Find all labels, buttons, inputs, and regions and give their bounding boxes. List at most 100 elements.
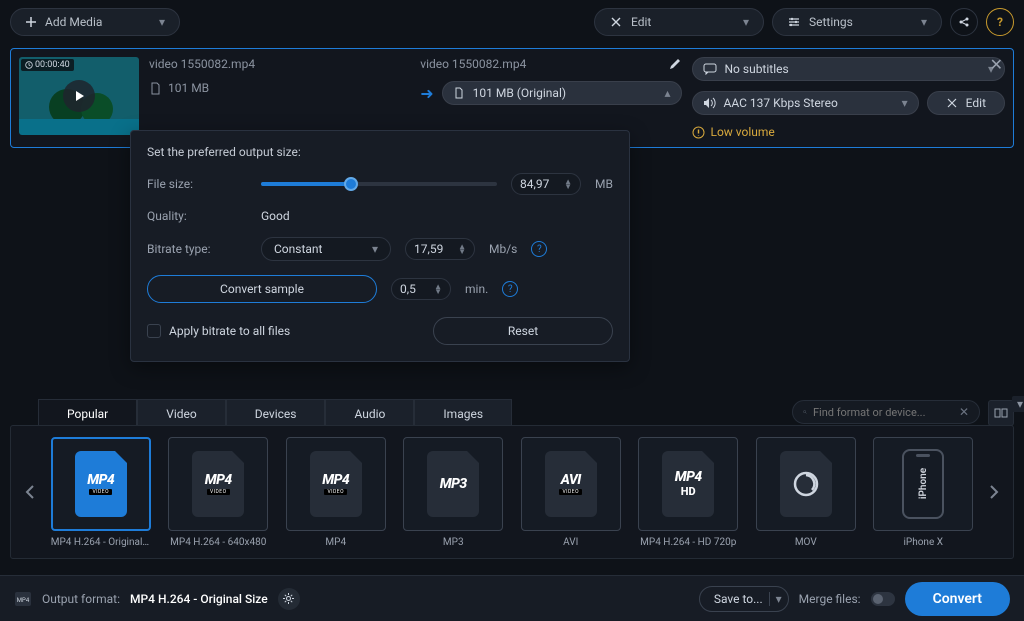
svg-text:MP4: MP4 bbox=[17, 597, 30, 604]
format-label: MP3 bbox=[443, 537, 464, 548]
format-label: MP4 H.264 - Original ... bbox=[51, 537, 151, 548]
filesize-unit: MB bbox=[595, 177, 613, 191]
format-tile[interactable]: MP3MP3 bbox=[402, 437, 506, 548]
merge-toggle[interactable] bbox=[871, 592, 895, 606]
pencil-icon[interactable] bbox=[668, 57, 682, 71]
source-filename: video 1550082.mp4 bbox=[149, 57, 410, 71]
close-icon[interactable]: ✕ bbox=[990, 55, 1003, 74]
filesize-value: 84,97 bbox=[520, 177, 549, 191]
add-media-button[interactable]: Add Media ▾ bbox=[10, 8, 180, 36]
format-tile[interactable]: MOV bbox=[754, 437, 858, 548]
add-media-label: Add Media bbox=[45, 15, 102, 29]
output-size-panel: Set the preferred output size: File size… bbox=[130, 130, 630, 362]
merge-label: Merge files: bbox=[799, 592, 861, 606]
filesize-input[interactable]: 84,97 ▲▼ bbox=[511, 173, 581, 195]
arrow-right-icon: ➜ bbox=[420, 84, 433, 103]
next-formats-button[interactable] bbox=[981, 430, 1007, 554]
gear-icon bbox=[282, 592, 295, 605]
format-label: AVI bbox=[563, 537, 578, 548]
edit-button[interactable]: Edit ▾ bbox=[594, 8, 764, 36]
play-button[interactable] bbox=[63, 80, 95, 112]
reset-label: Reset bbox=[508, 324, 538, 338]
help-button[interactable]: ? bbox=[986, 8, 1014, 36]
share-button[interactable] bbox=[950, 8, 978, 36]
chevron-right-icon bbox=[989, 484, 999, 500]
format-label: iPhone X bbox=[903, 537, 943, 548]
footer-bar: MP4 Output format: MP4 H.264 - Original … bbox=[0, 575, 1024, 621]
warning-text: Low volume bbox=[711, 125, 775, 139]
format-tile[interactable]: MP4VIDEOMP4 H.264 - Original ... bbox=[49, 437, 153, 548]
filesize-slider[interactable] bbox=[261, 174, 497, 194]
spinner-icon[interactable]: ▲▼ bbox=[458, 244, 466, 254]
bitrate-type-value: Constant bbox=[274, 242, 322, 256]
apply-all-checkbox[interactable] bbox=[147, 324, 161, 338]
help-icon: ? bbox=[997, 15, 1003, 29]
tab-video[interactable]: Video bbox=[137, 399, 226, 428]
collapse-panel-button[interactable]: ▾ bbox=[1012, 396, 1024, 412]
output-settings-button[interactable] bbox=[278, 588, 300, 610]
format-tabs: PopularVideoDevicesAudioImages bbox=[38, 399, 512, 428]
sample-unit: min. bbox=[465, 282, 488, 296]
tab-audio[interactable]: Audio bbox=[325, 399, 414, 428]
sample-duration-input[interactable]: 0,5 ▲▼ bbox=[391, 278, 451, 300]
tab-images[interactable]: Images bbox=[414, 399, 512, 428]
edit-file-label: Edit bbox=[966, 96, 986, 110]
output-size-text: 101 MB (Original) bbox=[473, 86, 657, 100]
top-toolbar: Add Media ▾ Edit ▾ Settings ▾ ? bbox=[0, 0, 1024, 44]
panel-title: Set the preferred output size: bbox=[147, 145, 613, 159]
format-tile[interactable]: MP4VIDEOMP4 bbox=[284, 437, 388, 548]
bitrate-value: 17,59 bbox=[414, 242, 443, 256]
clock-icon bbox=[25, 61, 33, 69]
format-strip: MP4VIDEOMP4 H.264 - Original ...MP4VIDEO… bbox=[10, 425, 1014, 559]
chevron-down-icon: ▾ bbox=[921, 15, 927, 29]
output-format-value: MP4 H.264 - Original Size bbox=[130, 592, 268, 606]
tab-devices[interactable]: Devices bbox=[226, 399, 326, 428]
bitrate-type-select[interactable]: Constant ▾ bbox=[261, 237, 391, 261]
format-tile[interactable]: AVIVIDEOAVI bbox=[519, 437, 623, 548]
quality-label: Quality: bbox=[147, 209, 247, 223]
subtitles-dropdown[interactable]: No subtitles ▾ bbox=[692, 57, 1006, 81]
sample-duration-value: 0,5 bbox=[400, 282, 416, 296]
format-search[interactable]: ✕ bbox=[792, 400, 980, 424]
edit-file-button[interactable]: Edit bbox=[927, 91, 1005, 115]
share-icon bbox=[957, 15, 971, 29]
search-input[interactable] bbox=[813, 406, 953, 419]
output-filename: video 1550082.mp4 bbox=[420, 57, 526, 71]
duration-text: 00:00:40 bbox=[35, 60, 70, 70]
clear-icon[interactable]: ✕ bbox=[959, 405, 969, 419]
video-thumbnail[interactable]: 00:00:40 bbox=[19, 57, 139, 135]
convert-sample-button[interactable]: Convert sample bbox=[147, 275, 377, 303]
filesize-label: File size: bbox=[147, 177, 247, 191]
save-to-button[interactable]: Save to... ▾ bbox=[699, 586, 789, 612]
save-to-label: Save to... bbox=[714, 592, 763, 606]
tab-popular[interactable]: Popular bbox=[38, 399, 137, 428]
output-format-label: Output format: bbox=[42, 592, 120, 606]
format-label: MP4 H.264 - HD 720p bbox=[640, 537, 736, 548]
chevron-up-icon: ▴ bbox=[664, 86, 670, 100]
apply-all-label: Apply bitrate to all files bbox=[169, 324, 290, 338]
spinner-icon[interactable]: ▲▼ bbox=[564, 179, 572, 189]
info-icon[interactable]: ? bbox=[502, 281, 518, 297]
bitrate-input[interactable]: 17,59 ▲▼ bbox=[405, 238, 475, 260]
format-badge-icon: MP4 bbox=[14, 591, 32, 607]
audio-dropdown[interactable]: AAC 137 Kbps Stereo ▾ bbox=[692, 91, 919, 115]
reset-button[interactable]: Reset bbox=[433, 317, 613, 345]
bitrate-unit: Mb/s bbox=[489, 242, 517, 256]
settings-button[interactable]: Settings ▾ bbox=[772, 8, 942, 36]
plus-icon bbox=[25, 16, 37, 28]
compare-button[interactable] bbox=[988, 400, 1014, 426]
format-tile[interactable]: MP4HDMP4 H.264 - HD 720p bbox=[637, 437, 741, 548]
output-size-dropdown[interactable]: 101 MB (Original) ▴ bbox=[442, 81, 682, 105]
spinner-icon[interactable]: ▲▼ bbox=[434, 284, 442, 294]
info-icon[interactable]: ? bbox=[531, 241, 547, 257]
chevron-down-icon: ▾ bbox=[769, 592, 782, 606]
source-size: 101 MB bbox=[168, 81, 209, 95]
convert-button[interactable]: Convert bbox=[905, 582, 1010, 616]
prev-formats-button[interactable] bbox=[17, 430, 43, 554]
format-tile[interactable]: iPhoneiPhone X bbox=[872, 437, 976, 548]
speaker-icon bbox=[703, 97, 716, 109]
convert-label: Convert bbox=[933, 591, 982, 607]
format-tile[interactable]: MP4VIDEOMP4 H.264 - 640x480 bbox=[167, 437, 271, 548]
chevron-down-icon: ▾ bbox=[902, 96, 908, 110]
tools-icon bbox=[609, 15, 623, 29]
